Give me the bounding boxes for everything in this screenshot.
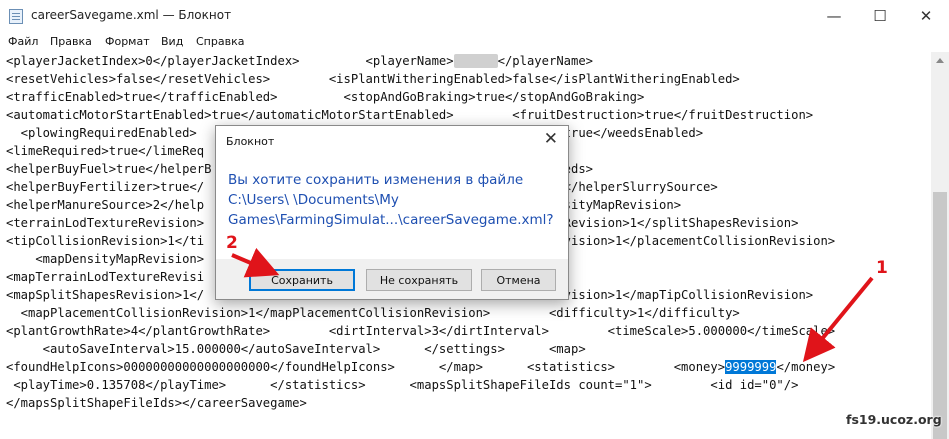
site-watermark: fs19.ucoz.org [846,412,942,427]
arrow-to-money-value [802,276,874,363]
annotation-step-1: 1 [876,258,888,278]
notepad-window: careerSavegame.xml — Блокнот — ☐ ✕ Файл … [0,0,949,439]
arrow-to-save-button [231,247,280,278]
annotation-arrows [231,247,874,363]
annotation-step-2: 2 [226,233,238,253]
